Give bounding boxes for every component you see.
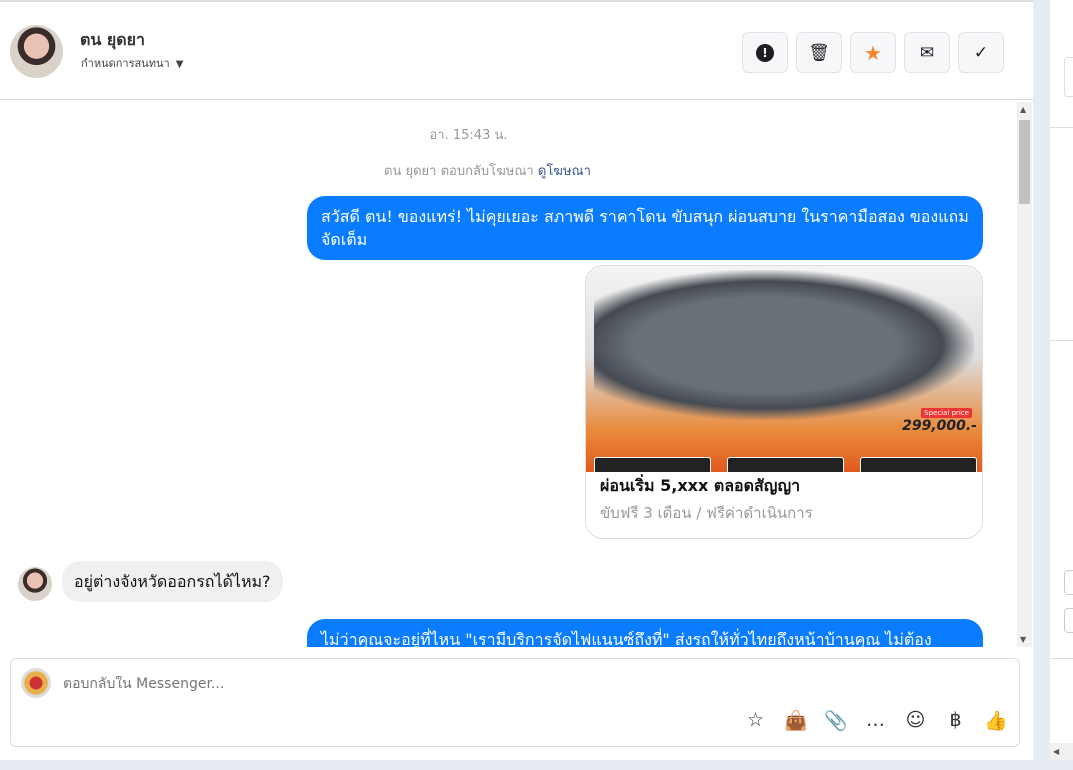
- thumbnail: [860, 457, 977, 472]
- subtitle-label: กำหนดการสนทนา: [81, 57, 170, 70]
- sender-avatar: [18, 567, 52, 601]
- conversation-panel: ตน ยุดยา กำหนดการสนทนา ▼ ! 🗑 ★ ✉ ✓ อา. 15…: [0, 0, 1033, 760]
- info-field[interactable]: [1064, 608, 1073, 633]
- special-price-badge: Special price: [921, 408, 972, 418]
- car-image: Special price 299,000.-: [586, 266, 982, 472]
- report-button[interactable]: !: [742, 32, 788, 73]
- customer-info-panel: [1050, 0, 1073, 760]
- check-icon: ✓: [973, 42, 989, 63]
- mark-unread-button[interactable]: ✉: [904, 32, 950, 73]
- caret-down-icon: ▼: [175, 59, 184, 70]
- contact-name[interactable]: ตน ยุดยา: [80, 28, 145, 53]
- contact-avatar[interactable]: [10, 25, 63, 78]
- star-button[interactable]: ★: [850, 32, 896, 73]
- composer-toolbar: ☆ 👜 📎 … ☺ ฿ 👍: [744, 709, 1008, 732]
- done-button[interactable]: ✓: [958, 32, 1004, 73]
- horizontal-scrollbar[interactable]: ◀: [1050, 743, 1073, 760]
- delete-button[interactable]: 🗑: [796, 32, 842, 73]
- car-picture: [594, 270, 974, 420]
- card-subtitle: ขับฟรี 3 เดือน / ฟรีค่าดำเนินการ: [600, 504, 813, 522]
- price-label: 299,000.-: [902, 418, 977, 434]
- conversation-header: ตน ยุดยา กำหนดการสนทนา ▼ ! 🗑 ★ ✉ ✓: [0, 2, 1033, 100]
- shop-bag-icon[interactable]: 👜: [784, 709, 808, 732]
- emoji-icon[interactable]: ☺: [904, 709, 927, 732]
- conversation-settings-dropdown[interactable]: กำหนดการสนทนา ▼: [81, 54, 183, 72]
- view-ad-link[interactable]: ดูโฆษณา: [538, 164, 591, 179]
- scroll-up-icon[interactable]: ▲: [1020, 105, 1026, 114]
- trash-icon: 🗑: [808, 42, 830, 63]
- quick-reply-icon[interactable]: …: [864, 709, 887, 732]
- baht-payment-icon[interactable]: ฿: [944, 709, 967, 732]
- ad-reply-text: ตน ยุดยา ตอบกลับโฆษณา: [384, 164, 534, 179]
- ad-card[interactable]: Special price 299,000.- ผ่อนเริ่ม 5,xxx …: [585, 265, 983, 539]
- ad-reply-notice: ตน ยุดยา ตอบกลับโฆษณา ดูโฆษณา: [384, 160, 591, 181]
- exclamation-icon: !: [756, 43, 774, 62]
- action-toolbar: ! 🗑 ★ ✉ ✓: [742, 32, 1004, 73]
- incoming-message: อยู่ต่างจังหวัดออกรถได้ไหม?: [62, 561, 283, 602]
- envelope-icon: ✉: [919, 42, 935, 63]
- thumbnail-strip: [594, 457, 977, 472]
- reply-composer: ☆ 👜 📎 … ☺ ฿ 👍: [10, 658, 1020, 747]
- reply-input[interactable]: [63, 676, 763, 692]
- outgoing-message: สวัสดี ตน! ของแทร่! ไม่คุยเยอะ สภาพดี รา…: [307, 196, 983, 260]
- like-icon[interactable]: 👍: [984, 709, 1008, 732]
- outgoing-message: ไม่ว่าคุณจะอยู่ที่ไหน "เรามีบริการจัดไฟแ…: [307, 619, 983, 647]
- message-list: อา. 15:43 น. ตน ยุดยา ตอบกลับโฆษณา ดูโฆษ…: [0, 102, 1017, 647]
- message-scrollbar[interactable]: ▲ ▼: [1017, 102, 1032, 647]
- scrollbar-thumb[interactable]: [1019, 120, 1030, 204]
- scroll-down-icon[interactable]: ▼: [1020, 635, 1026, 644]
- saved-reply-icon[interactable]: ☆: [744, 709, 767, 732]
- star-icon: ★: [864, 40, 882, 65]
- thumbnail: [727, 457, 844, 472]
- attachment-icon[interactable]: 📎: [824, 709, 848, 732]
- info-field[interactable]: [1064, 570, 1073, 595]
- card-title: ผ่อนเริ่ม 5,xxx ตลอดสัญญา: [600, 476, 801, 495]
- info-field[interactable]: [1064, 57, 1073, 97]
- timestamp: อา. 15:43 น.: [429, 128, 508, 143]
- page-avatar: [21, 668, 51, 698]
- thumbnail: [594, 457, 711, 472]
